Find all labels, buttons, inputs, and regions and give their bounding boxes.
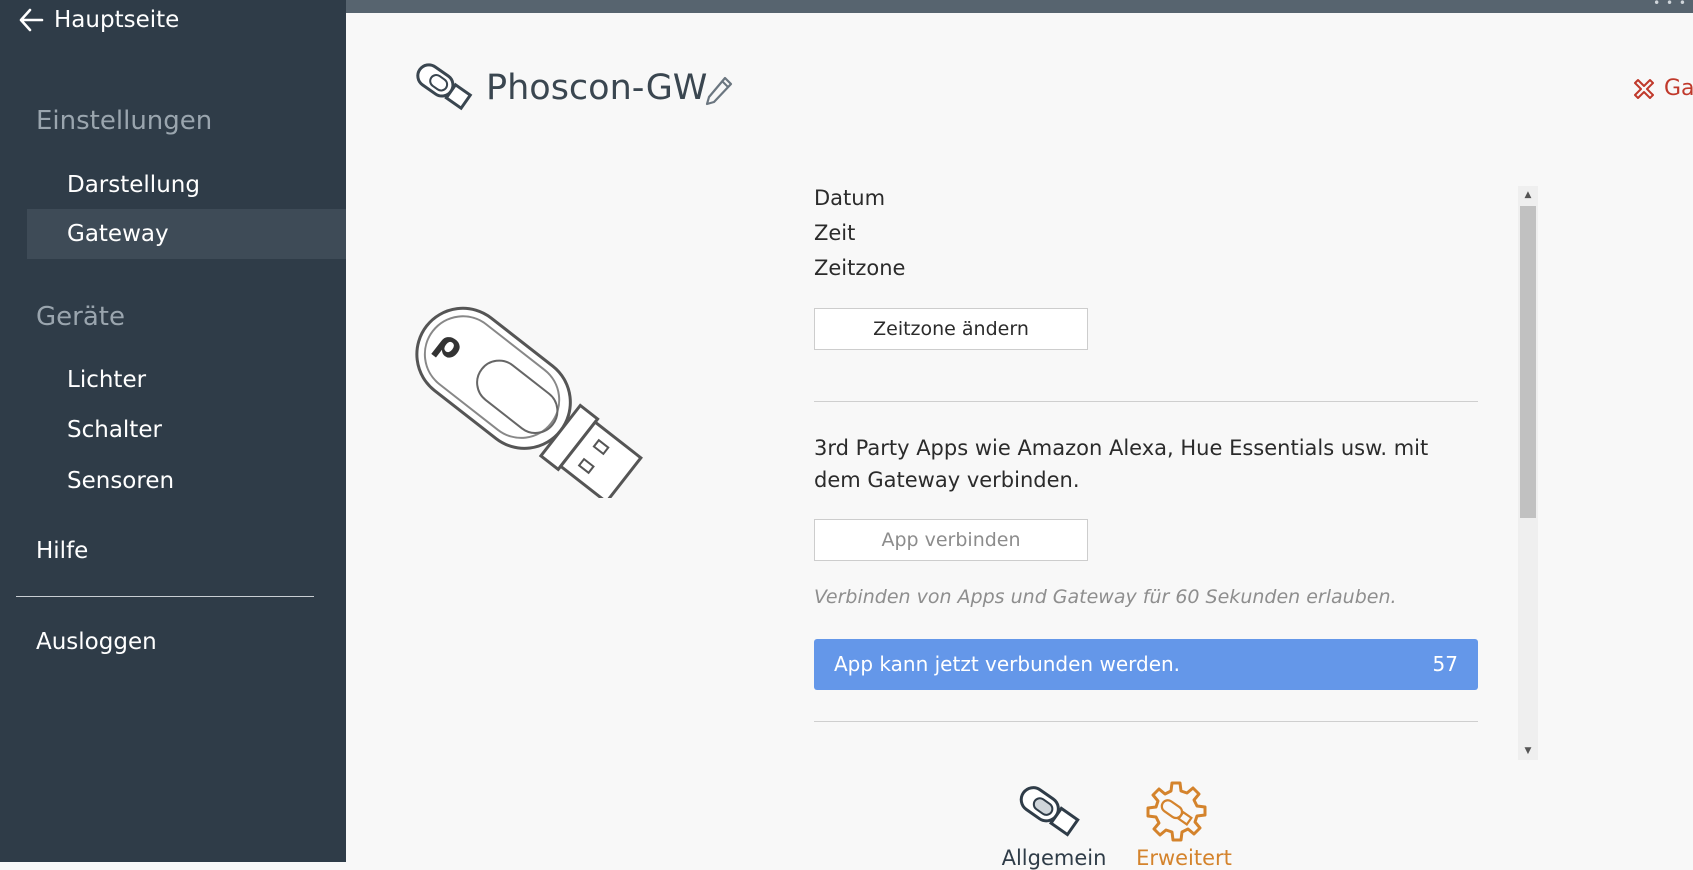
devices-section-title: Geräte (36, 302, 125, 332)
gear-usb-icon (1146, 781, 1207, 842)
gateway-close-link[interactable]: Ga (1632, 76, 1693, 101)
gateway-device-illustration: ρ (408, 268, 668, 505)
connect-status-text: App kann jetzt verbunden werden. (834, 652, 1181, 676)
pencil-edit-icon[interactable] (704, 75, 734, 111)
timezone-label: Zeitzone (814, 256, 906, 280)
sidebar: Hauptseite Einstellungen Darstellung Gat… (0, 0, 346, 862)
scroll-up-arrow-icon[interactable]: ▲ (1518, 186, 1538, 204)
usb-stick-icon (410, 58, 476, 120)
time-label: Zeit (814, 221, 856, 245)
sidebar-item-hilfe[interactable]: Hilfe (36, 538, 88, 564)
settings-section-title: Einstellungen (36, 106, 213, 136)
connect-status-banner: App kann jetzt verbunden werden. 57 (814, 639, 1478, 690)
panel-scrollbar[interactable]: ▲ ▼ (1518, 186, 1538, 760)
date-label: Datum (814, 186, 886, 210)
top-bar: • • • (346, 0, 1693, 13)
more-dots-icon[interactable]: • • • (1653, 0, 1687, 10)
apps-description: 3rd Party Apps wie Amazon Alexa, Hue Ess… (814, 436, 1429, 492)
sidebar-item-gateway[interactable]: Gateway (27, 209, 346, 259)
section-divider (814, 401, 1478, 402)
usb-stick-icon (1019, 786, 1080, 837)
logout-link[interactable]: Ausloggen (36, 629, 157, 655)
countdown-value: 57 (1432, 652, 1458, 676)
scroll-thumb[interactable] (1520, 206, 1536, 518)
change-timezone-button[interactable]: Zeitzone ändern (814, 308, 1088, 350)
sidebar-divider (16, 596, 314, 597)
arrow-left-icon (19, 8, 44, 32)
gateway-name-title: Phoscon-GW (486, 68, 708, 108)
sidebar-item-lichter[interactable]: Lichter (27, 355, 346, 405)
tab-erweitert[interactable]: Erweitert (1136, 780, 1232, 870)
gateway-close-label: Ga (1664, 76, 1693, 101)
scroll-down-arrow-icon[interactable]: ▼ (1518, 742, 1538, 760)
tab-erweitert-label: Erweitert (1136, 846, 1232, 870)
sidebar-item-sensoren[interactable]: Sensoren (27, 456, 346, 506)
tab-allgemein[interactable]: Allgemein (1002, 780, 1106, 870)
connect-hint: Verbinden von Apps und Gateway für 60 Se… (814, 586, 1397, 608)
close-x-icon (1634, 78, 1654, 99)
sidebar-item-schalter[interactable]: Schalter (27, 405, 346, 455)
back-to-main-link[interactable]: Hauptseite (18, 4, 179, 36)
back-label: Hauptseite (54, 7, 180, 33)
connect-app-button[interactable]: App verbinden (814, 519, 1088, 561)
sidebar-item-darstellung[interactable]: Darstellung (27, 160, 346, 210)
tab-allgemein-label: Allgemein (1001, 846, 1107, 870)
section-divider (814, 721, 1478, 722)
